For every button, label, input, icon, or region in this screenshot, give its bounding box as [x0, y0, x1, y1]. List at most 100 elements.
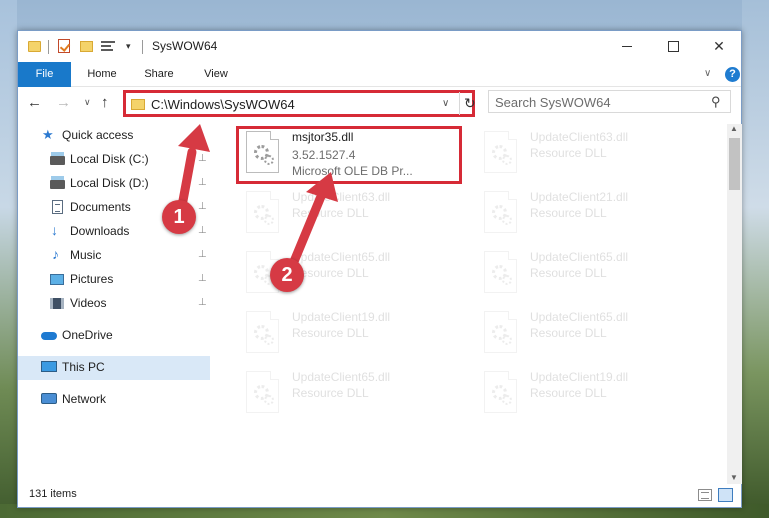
sidebar-item-label: This PC — [62, 360, 105, 374]
disk-icon — [50, 152, 65, 165]
title-divider — [142, 40, 143, 54]
file-item[interactable]: UpdateClient19.dll Resource DLL — [236, 306, 456, 362]
step-1-badge: 1 — [162, 200, 196, 234]
file-highlight-box — [236, 126, 462, 184]
file-item[interactable]: UpdateClient21.dll Resource DLL — [474, 186, 694, 242]
tab-file[interactable]: File — [18, 62, 71, 87]
file-description: Resource DLL — [530, 146, 607, 160]
desktop-background-left — [0, 0, 17, 518]
file-item[interactable]: UpdateClient65.dll Resource DLL — [236, 246, 456, 302]
sidebar-item-videos[interactable]: Videos ⊥ — [18, 292, 210, 316]
sidebar-item-network[interactable]: Network — [18, 388, 210, 412]
sidebar-item-quick-access[interactable]: ★ Quick access — [18, 124, 210, 148]
tab-home[interactable]: Home — [78, 62, 126, 87]
file-item[interactable]: UpdateClient65.dll Resource DLL — [474, 306, 694, 362]
search-box[interactable]: ⚲ — [488, 90, 731, 113]
search-icon[interactable]: ⚲ — [711, 94, 721, 110]
quick-access-divider — [48, 40, 49, 54]
ribbon-tabs: File Home Share View ∨ ? — [18, 62, 741, 87]
close-button[interactable]: ✕ — [696, 31, 742, 61]
address-bar[interactable]: C:\Windows\SysWOW64 ∨ ↻ — [123, 90, 476, 117]
network-icon — [41, 393, 57, 404]
sidebar-item-label: Pictures — [70, 272, 114, 286]
file-description: Resource DLL — [530, 266, 607, 280]
sidebar-item-label: Local Disk (D:) — [70, 176, 149, 190]
pin-icon: ⊥ — [198, 297, 207, 308]
music-icon: ♪ — [52, 246, 59, 262]
refresh-icon[interactable]: ↻ — [464, 95, 476, 112]
address-path[interactable]: C:\Windows\SysWOW64 — [151, 97, 295, 112]
pictures-icon — [50, 274, 64, 285]
sidebar-item-label: Videos — [70, 296, 107, 310]
sidebar-item-local-disk-c[interactable]: Local Disk (C:) ⊥ — [18, 148, 210, 172]
folder-icon — [28, 41, 41, 52]
help-icon[interactable]: ? — [725, 67, 740, 82]
pin-icon: ⊥ — [198, 177, 207, 188]
dll-file-icon — [484, 311, 517, 353]
pin-icon: ⊥ — [198, 273, 207, 284]
file-item[interactable]: UpdateClient65.dll Resource DLL — [236, 366, 456, 422]
pin-icon: ⊥ — [198, 201, 207, 212]
star-icon: ★ — [42, 127, 54, 142]
file-description: Resource DLL — [292, 206, 369, 220]
back-button[interactable]: ← — [27, 94, 42, 111]
up-button[interactable]: ↑ — [101, 94, 109, 111]
sidebar-item-local-disk-d[interactable]: Local Disk (D:) ⊥ — [18, 172, 210, 196]
step-2-badge: 2 — [270, 258, 304, 292]
recent-locations-chevron-icon[interactable]: ∨ — [84, 97, 91, 108]
title-bar[interactable]: ▾ SysWOW64 ✕ — [18, 31, 741, 62]
minimize-button[interactable] — [604, 31, 650, 61]
explorer-window: ▾ SysWOW64 ✕ File Home Share View ∨ ? ← … — [17, 30, 742, 508]
file-item[interactable]: UpdateClient63.dll Resource DLL — [236, 186, 456, 242]
address-dropdown-icon[interactable]: ∨ — [442, 98, 449, 109]
sidebar-item-label: OneDrive — [62, 328, 113, 342]
file-name: UpdateClient63.dll — [530, 130, 629, 144]
item-count: 131 items — [29, 488, 77, 500]
file-name: UpdateClient65.dll — [530, 310, 629, 324]
file-name: UpdateClient65.dll — [292, 250, 391, 264]
file-name: UpdateClient19.dll — [292, 310, 391, 324]
forward-button[interactable]: → — [56, 94, 71, 111]
file-item[interactable]: UpdateClient65.dll Resource DLL — [474, 246, 694, 302]
maximize-button[interactable] — [650, 31, 696, 61]
scrollbar-thumb[interactable] — [729, 138, 740, 190]
dll-file-icon — [246, 191, 279, 233]
properties-check-icon[interactable] — [58, 39, 70, 53]
file-name: UpdateClient19.dll — [530, 370, 629, 384]
dll-file-icon — [246, 311, 279, 353]
file-item[interactable]: UpdateClient63.dll Resource DLL — [474, 126, 694, 182]
vertical-scrollbar[interactable]: ▲ ▼ — [727, 124, 742, 484]
disk-icon — [50, 176, 65, 189]
scroll-up-arrow-icon[interactable]: ▲ — [730, 124, 738, 133]
tab-share[interactable]: Share — [133, 62, 185, 87]
address-folder-icon — [131, 99, 145, 110]
sidebar-item-music[interactable]: ♪ Music ⊥ — [18, 244, 210, 268]
expand-ribbon-chevron-icon[interactable]: ∨ — [704, 68, 711, 79]
file-item[interactable]: UpdateClient19.dll Resource DLL — [474, 366, 694, 422]
dll-file-icon — [246, 371, 279, 413]
sidebar-item-onedrive[interactable]: OneDrive — [18, 324, 210, 348]
sidebar-item-label: Quick access — [62, 128, 134, 142]
sidebar-item-label: Local Disk (C:) — [70, 152, 149, 166]
file-name: UpdateClient65.dll — [530, 250, 629, 264]
pin-icon: ⊥ — [198, 249, 207, 260]
properties-icon[interactable] — [101, 40, 115, 52]
status-bar: 131 items — [18, 484, 741, 508]
sidebar-item-this-pc[interactable]: This PC — [18, 356, 210, 380]
details-view-icon[interactable] — [698, 489, 712, 501]
new-folder-icon[interactable] — [80, 41, 93, 52]
dll-file-icon — [484, 251, 517, 293]
dll-file-icon — [484, 191, 517, 233]
file-description: Resource DLL — [530, 386, 607, 400]
customize-toolbar-chevron-icon[interactable]: ▾ — [126, 41, 131, 57]
scroll-down-arrow-icon[interactable]: ▼ — [730, 473, 738, 482]
sidebar-item-label: Music — [70, 248, 102, 262]
file-name: UpdateClient63.dll — [292, 190, 391, 204]
sidebar-item-pictures[interactable]: Pictures ⊥ — [18, 268, 210, 292]
address-divider — [459, 92, 460, 115]
large-icons-view-icon[interactable] — [718, 488, 733, 502]
download-icon: ↓ — [51, 222, 58, 238]
search-input[interactable] — [495, 94, 700, 110]
pin-icon: ⊥ — [198, 225, 207, 236]
tab-view[interactable]: View — [192, 62, 240, 87]
